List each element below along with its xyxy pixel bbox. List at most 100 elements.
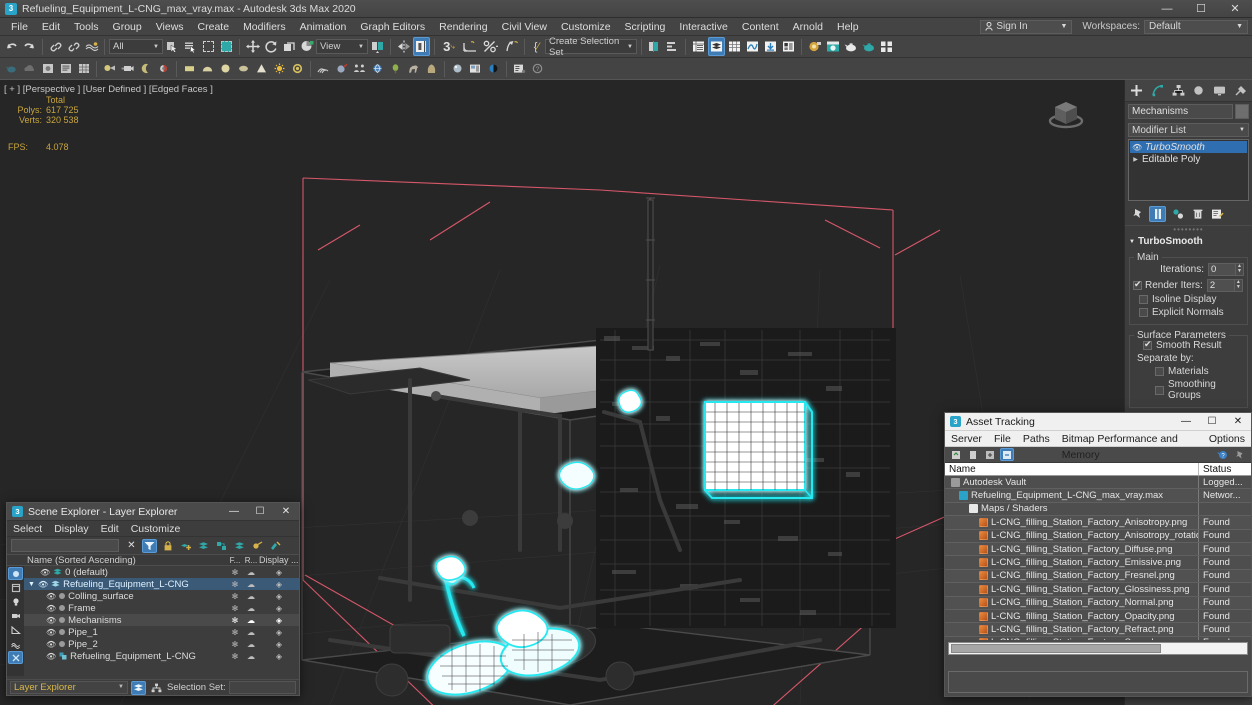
select-and-link-button[interactable] <box>47 37 64 56</box>
eye-icon[interactable]: 👁 <box>46 604 56 613</box>
explicit-normals-row[interactable]: Explicit Normals <box>1139 307 1244 318</box>
rectangular-selection-region-button[interactable] <box>200 37 217 56</box>
eye-icon[interactable]: 👁 <box>1132 143 1142 152</box>
table-row[interactable]: L-CNG_filling_Station_Factory_Diffuse.pn… <box>945 542 1251 557</box>
proxy-object-button[interactable] <box>387 59 404 78</box>
hair-fur-button[interactable] <box>315 59 332 78</box>
smooth-result-row[interactable]: Smooth Result <box>1143 339 1244 351</box>
modifier-stack-item-turbosmooth[interactable]: 👁 TurboSmooth <box>1130 141 1247 153</box>
render-iters-checkbox[interactable] <box>1133 279 1142 290</box>
modifier-stack[interactable]: 👁 TurboSmooth ▶ Editable Poly <box>1128 139 1249 201</box>
hierarchy-tab[interactable] <box>1169 82 1188 100</box>
percent-snap-button[interactable] <box>481 37 501 56</box>
menu-modifiers[interactable]: Modifiers <box>236 18 293 36</box>
globe-map-button[interactable] <box>369 59 386 78</box>
select-highlight-icon[interactable] <box>250 539 265 553</box>
asset-menu-bitmap[interactable]: Bitmap Performance and Memory <box>1056 431 1203 461</box>
select-by-name-button[interactable] <box>182 37 199 56</box>
column-frozen[interactable]: F... <box>227 556 243 565</box>
collapse-panel-button[interactable] <box>762 37 779 56</box>
scene-explorer-close[interactable]: ✕ <box>273 503 299 521</box>
mirror-button[interactable] <box>395 37 412 56</box>
scene-menu-edit[interactable]: Edit <box>95 521 125 537</box>
sphere-primitive-button[interactable] <box>217 59 234 78</box>
remove-modifier-button[interactable] <box>1189 206 1206 222</box>
object-color-swatch[interactable] <box>1235 104 1249 119</box>
create-tab[interactable] <box>1127 82 1146 100</box>
scene-explorer-minimize[interactable]: — <box>221 503 247 521</box>
layer-properties-icon[interactable] <box>268 539 283 553</box>
menu-file[interactable]: File <box>4 18 35 36</box>
bones-filter-icon[interactable] <box>8 651 23 664</box>
materials-row[interactable]: Materials <box>1155 366 1244 377</box>
pin-icon[interactable] <box>1233 448 1247 461</box>
filter-icon[interactable] <box>142 538 157 553</box>
asset-list[interactable]: Autodesk Vault Logged... Refueling_Equip… <box>945 476 1251 640</box>
active-layer-icon[interactable] <box>232 539 247 553</box>
sort-toggle-icon[interactable] <box>8 567 23 580</box>
target-light-button[interactable] <box>155 59 172 78</box>
help-icon[interactable]: ? <box>1215 448 1229 461</box>
column-status[interactable]: Status <box>1199 463 1251 475</box>
expand-all-button[interactable] <box>983 448 997 461</box>
turbosmooth-rollout-header[interactable]: ▼ TurboSmooth <box>1125 234 1252 249</box>
list-item-object-mechanisms[interactable]: 👁 Mechanisms ✻ ☁ ◈ <box>24 614 299 626</box>
scene-explorer-toolbar-button[interactable] <box>690 37 707 56</box>
layer-stack-icon[interactable] <box>196 539 211 553</box>
align-panel-button[interactable] <box>664 37 681 56</box>
display-toggle[interactable]: ◈ <box>259 652 299 661</box>
select-object-button[interactable] <box>164 37 181 56</box>
motion-tab[interactable] <box>1189 82 1208 100</box>
asset-tracking-maximize[interactable]: ☐ <box>1199 413 1225 431</box>
iterations-input[interactable]: 0 <box>1208 262 1236 276</box>
frozen-toggle[interactable]: ✻ <box>227 592 243 601</box>
add-layer-icon[interactable] <box>178 539 193 553</box>
layer-group-icon[interactable] <box>214 539 229 553</box>
render-toggle[interactable]: ☁ <box>243 580 259 589</box>
list-item-layer-refueling-equipment[interactable]: ▼ 👁 Refueling_Equipment_L-CNG ✻ ☁ ◈ <box>24 578 299 590</box>
eye-icon[interactable]: 👁 <box>46 640 56 649</box>
align-button[interactable] <box>413 37 430 56</box>
redo-button[interactable] <box>21 37 38 56</box>
dome-primitive-button[interactable] <box>199 59 216 78</box>
make-unique-button[interactable] <box>1169 206 1186 222</box>
modifier-list-select[interactable]: Modifier List ▼ <box>1128 123 1249 137</box>
render-toggle[interactable]: ☁ <box>243 568 259 577</box>
render-iterative-button[interactable] <box>860 37 877 56</box>
list-item-object-pipe-1[interactable]: 👁 Pipe_1 ✻ ☁ ◈ <box>24 626 299 638</box>
menu-rendering[interactable]: Rendering <box>432 18 494 36</box>
unlink-selection-button[interactable] <box>65 37 82 56</box>
layer-explorer-icon[interactable] <box>131 680 146 695</box>
column-display[interactable]: Display ... <box>259 555 299 565</box>
smooth-result-checkbox[interactable] <box>1143 339 1152 350</box>
render-toggle[interactable]: ☁ <box>243 604 259 613</box>
selection-set-input[interactable] <box>228 681 296 694</box>
table-row[interactable]: L-CNG_filling_Station_Factory_Specular.p… <box>945 636 1251 640</box>
table-row[interactable]: Maps / Shaders <box>945 502 1251 517</box>
frozen-toggle[interactable]: ✻ <box>227 640 243 649</box>
menu-help[interactable]: Help <box>830 18 866 36</box>
utilities-tab[interactable] <box>1231 82 1250 100</box>
eye-icon[interactable]: 👁 <box>46 628 56 637</box>
rollout-drag-handle[interactable]: •••••••• <box>1125 226 1252 234</box>
scrollbar-thumb[interactable] <box>951 644 1161 653</box>
table-row[interactable]: Autodesk Vault Logged... <box>945 476 1251 490</box>
column-name[interactable]: Name (Sorted Ascending) <box>7 555 227 566</box>
sign-in-button[interactable]: Sign In ▼ <box>980 19 1073 34</box>
select-and-rotate-button[interactable] <box>262 37 279 56</box>
list-item-layer-default[interactable]: 👁 0 (default) ✻ ☁ ◈ <box>24 566 299 578</box>
save-list-button[interactable] <box>966 448 980 461</box>
mesh-tool-button[interactable] <box>405 59 422 78</box>
frozen-toggle[interactable]: ✻ <box>227 568 243 577</box>
table-row[interactable]: L-CNG_filling_Station_Factory_Anisotropy… <box>945 516 1251 530</box>
frozen-toggle[interactable]: ✻ <box>227 652 243 661</box>
menu-content[interactable]: Content <box>735 18 786 36</box>
render-toggle[interactable]: ☁ <box>243 652 259 661</box>
scene-menu-display[interactable]: Display <box>48 521 94 537</box>
list-view-button[interactable] <box>57 59 74 78</box>
eye-icon[interactable]: 👁 <box>38 580 48 589</box>
create-selection-set-input[interactable]: Create Selection Set ▼ <box>545 36 637 58</box>
curve-editor-button[interactable] <box>726 37 743 56</box>
select-and-place-button[interactable] <box>298 37 315 56</box>
menu-civil-view[interactable]: Civil View <box>495 18 554 36</box>
